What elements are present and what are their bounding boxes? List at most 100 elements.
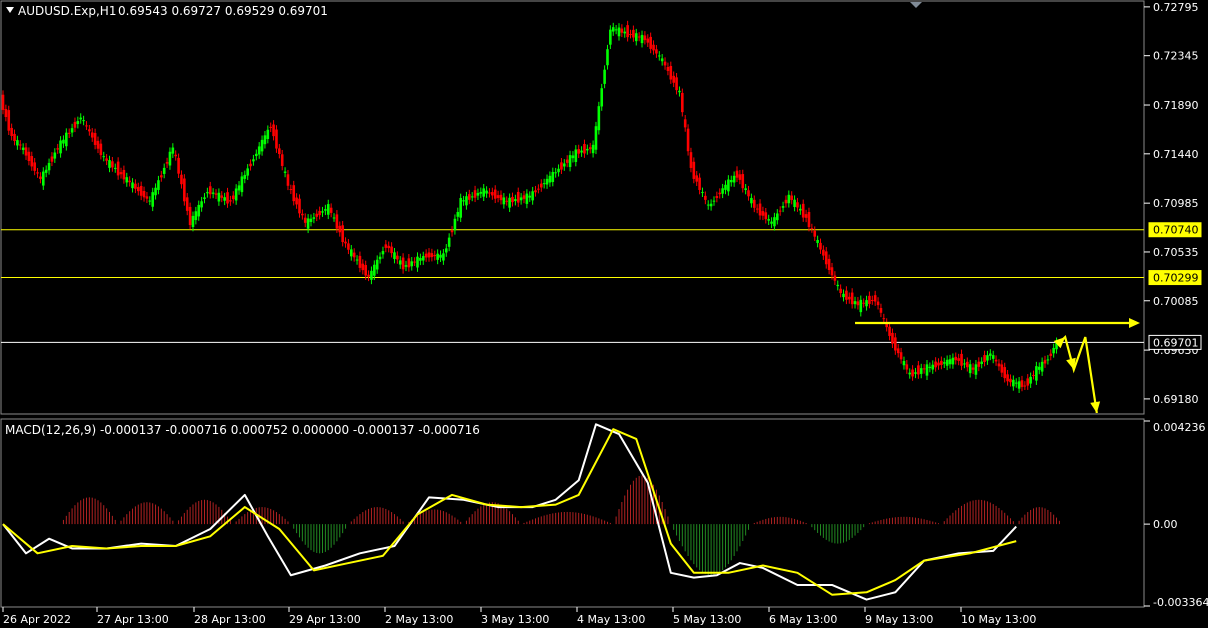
candle-body xyxy=(902,360,906,366)
candle-body xyxy=(963,363,966,365)
candle-body xyxy=(171,147,175,154)
candle-body xyxy=(666,66,670,71)
candle-body xyxy=(50,156,54,162)
candle-body xyxy=(865,300,868,307)
time-tick-label: 28 Apr 13:00 xyxy=(194,613,266,626)
candle-body xyxy=(491,192,494,196)
candle-body xyxy=(246,168,249,176)
candle-body xyxy=(1000,364,1004,373)
candle-body xyxy=(686,128,690,152)
candle-body xyxy=(721,188,724,194)
ohlc-label: 0.69543 0.69727 0.69529 0.69701 xyxy=(118,4,328,18)
candle-body xyxy=(459,197,462,218)
candle-body xyxy=(223,197,226,201)
candle-body xyxy=(59,140,62,154)
candle-body xyxy=(801,203,805,218)
candle-body xyxy=(629,34,632,36)
candle-body xyxy=(813,230,817,237)
candle-body xyxy=(108,160,111,168)
macd-tick-label: -0.003364 xyxy=(1153,596,1208,609)
candle-body xyxy=(96,140,100,149)
candle-body xyxy=(502,197,506,205)
candle-body xyxy=(1035,366,1038,381)
time-tick-label: 27 Apr 13:00 xyxy=(97,613,169,626)
candle-body xyxy=(125,177,129,183)
candle-body xyxy=(347,243,350,250)
candle-body xyxy=(47,162,51,171)
candle-body xyxy=(493,189,497,199)
candle-body xyxy=(784,199,788,204)
candle-body xyxy=(683,119,687,128)
candle-body xyxy=(496,195,500,198)
candle-body xyxy=(416,256,419,268)
candle-body xyxy=(1012,379,1015,387)
candle-body xyxy=(908,372,912,375)
candle-body xyxy=(128,180,131,183)
candle-body xyxy=(39,176,42,179)
candle-body xyxy=(747,190,750,197)
candle-body xyxy=(554,172,557,174)
candle-body xyxy=(324,209,327,211)
candle-body xyxy=(698,177,701,190)
candle-body xyxy=(1006,374,1009,382)
candle-body xyxy=(634,33,638,42)
candle-body xyxy=(781,206,785,208)
candle-body xyxy=(341,225,344,243)
macd-tick-label: 0.004236 xyxy=(1153,421,1206,434)
candle-body xyxy=(292,185,296,202)
candle-body xyxy=(557,168,560,173)
candle-body xyxy=(957,358,960,361)
candle-body xyxy=(180,174,183,185)
candle-body xyxy=(1020,380,1024,387)
candle-body xyxy=(393,252,396,259)
candle-body xyxy=(669,65,673,80)
price-tick-label: 0.72345 xyxy=(1153,50,1199,63)
candle-body xyxy=(315,213,319,217)
candle-body xyxy=(283,171,287,173)
candle-body xyxy=(113,167,117,169)
candle-body xyxy=(312,217,316,219)
candle-body xyxy=(862,302,865,304)
candle-body xyxy=(430,253,434,258)
candle-body xyxy=(931,364,935,370)
candle-body xyxy=(148,200,152,202)
candle-body xyxy=(136,187,140,192)
candle-body xyxy=(827,258,831,271)
candle-body xyxy=(810,228,814,230)
candle-body xyxy=(914,372,917,374)
candle-body xyxy=(56,148,59,150)
candle-body xyxy=(252,159,255,162)
candle-body xyxy=(718,192,722,195)
candle-body xyxy=(240,176,244,193)
candle-body xyxy=(214,193,218,195)
candle-body xyxy=(525,193,529,204)
candle-body xyxy=(977,361,981,367)
candle-body xyxy=(548,175,552,183)
candle-body xyxy=(971,367,975,370)
candle-body xyxy=(928,366,932,368)
candle-body xyxy=(1026,378,1030,386)
candle-body xyxy=(632,29,635,38)
candle-body xyxy=(974,364,978,375)
candle-body xyxy=(231,195,235,200)
candle-body xyxy=(309,218,313,222)
candle-body xyxy=(603,69,606,84)
candle-body xyxy=(937,362,940,366)
chart-canvas[interactable]: AUDUSD.Exp,H1 0.69543 0.69727 0.69529 0.… xyxy=(0,0,1208,628)
candle-body xyxy=(263,135,267,145)
candle-body xyxy=(761,211,765,216)
candle-body xyxy=(940,360,943,365)
candle-body xyxy=(1043,360,1047,364)
candle-body xyxy=(675,77,678,91)
candle-body xyxy=(793,199,796,207)
candle-body xyxy=(76,120,80,125)
candle-body xyxy=(185,197,189,211)
candle-body xyxy=(168,151,172,166)
candle-body xyxy=(93,133,97,145)
candle-body xyxy=(407,258,411,268)
candle-body xyxy=(439,254,442,258)
time-tick-label: 5 May 13:00 xyxy=(673,613,741,626)
candle-body xyxy=(499,194,503,201)
candle-body xyxy=(211,192,215,194)
candle-body xyxy=(701,191,704,193)
